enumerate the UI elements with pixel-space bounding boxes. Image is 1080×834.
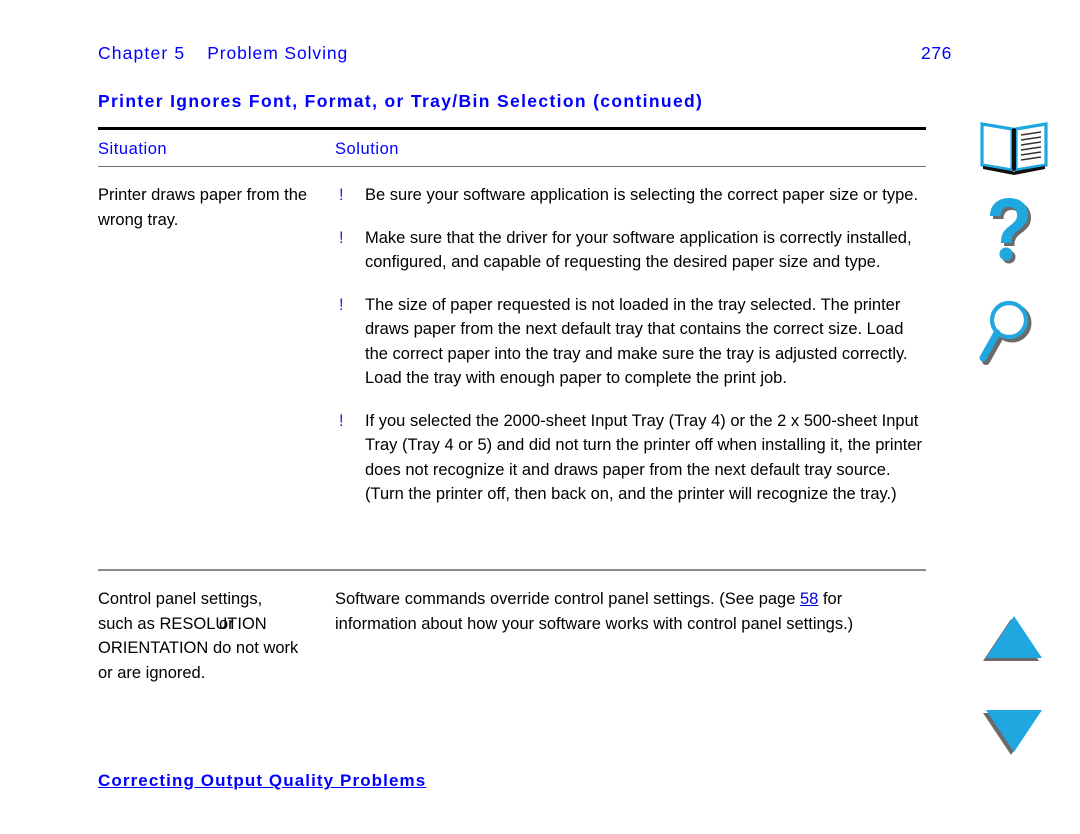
book-icon[interactable]	[976, 118, 1052, 178]
question-mark-icon[interactable]	[976, 196, 1052, 268]
list-item-text: If you selected the 2000-sheet Input Tra…	[365, 411, 922, 504]
table-row: Printer draws paper from the wrong tray.…	[98, 167, 926, 569]
list-item: ! If you selected the 2000-sheet Input T…	[335, 409, 925, 507]
bullet-bang-icon: !	[339, 228, 344, 247]
troubleshooting-table: Situation Solution Printer draws paper f…	[98, 127, 926, 682]
triangle-down-icon[interactable]	[976, 702, 1052, 758]
situation-text-donotwork: do not work	[213, 639, 299, 657]
situation-line: or are ignored.	[98, 663, 206, 682]
page-canvas: Chapter 5 Problem Solving 276 Printer Ign…	[0, 0, 1080, 834]
bullet-bang-icon: !	[339, 186, 344, 204]
running-header: Chapter 5 Problem Solving 276	[98, 43, 978, 69]
list-item: ! The size of paper requested is not loa…	[335, 293, 925, 391]
chapter-label: Chapter 5	[98, 43, 186, 63]
situation-text-resolution: such as RESOLUTION	[98, 614, 267, 633]
list-item: ! Make sure that the driver for your sof…	[335, 226, 925, 275]
list-item-text: The size of paper requested is not loade…	[365, 295, 908, 388]
cell-situation: Control panel settings, such as RESOLUTI…	[98, 587, 330, 685]
solution-paragraph: Software commands override control panel…	[335, 587, 925, 636]
solution-text-before-link: Software commands override control panel…	[335, 590, 800, 608]
list-item: ! Be sure your software application is s…	[335, 183, 925, 208]
cell-situation: Printer draws paper from the wrong tray.	[98, 186, 308, 229]
solution-bullet-list: ! Be sure your software application is s…	[335, 183, 925, 507]
magnifying-glass-icon[interactable]	[976, 296, 1052, 370]
situation-line: such as RESOLUTION or	[98, 612, 267, 637]
navigation-rail	[962, 0, 1080, 834]
page-cross-reference-link[interactable]: 58	[800, 590, 818, 608]
triangle-up-icon[interactable]	[976, 612, 1052, 668]
cell-solution: Software commands override control panel…	[335, 587, 925, 636]
breadcrumb: Chapter 5 Problem Solving	[98, 43, 348, 64]
bullet-bang-icon: !	[339, 411, 344, 430]
situation-text-orientation: ORIENTATION	[98, 639, 209, 657]
chapter-title: Problem Solving	[207, 43, 349, 63]
situation-line: ORIENTATION do not work	[98, 636, 298, 661]
situation-line: Control panel settings,	[98, 590, 263, 608]
bullet-bang-icon: !	[339, 295, 344, 314]
table-row: Control panel settings, such as RESOLUTI…	[98, 571, 926, 682]
situation-text-or: or	[219, 614, 234, 633]
list-item-text: Make sure that the driver for your softw…	[365, 228, 912, 272]
cell-solution: ! Be sure your software application is s…	[335, 183, 925, 507]
page-title: Printer Ignores Font, Format, or Tray/Bi…	[98, 91, 704, 111]
list-item-text: Be sure your software application is sel…	[365, 186, 919, 204]
column-header-situation: Situation	[98, 140, 168, 158]
page-number: 276	[921, 43, 952, 63]
column-header-solution: Solution	[335, 140, 400, 158]
footer-section-link[interactable]: Correcting Output Quality Problems	[98, 771, 426, 791]
table-header-row: Situation Solution	[98, 130, 926, 166]
